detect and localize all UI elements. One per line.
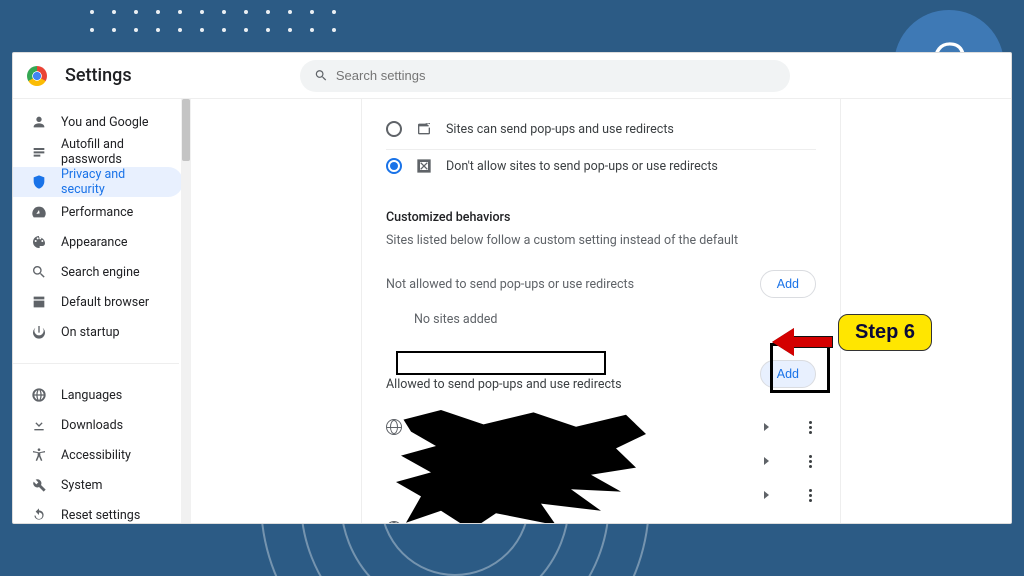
annotation-arrow — [772, 328, 833, 356]
accessibility-icon — [31, 447, 47, 463]
customized-subtitle: Sites listed below follow a custom setti… — [386, 233, 816, 248]
header-bar: Settings — [13, 53, 1011, 99]
radio-allow-popups[interactable]: Sites can send pop-ups and use redirects — [386, 113, 816, 145]
annotation-step-badge: Step 6 — [838, 314, 932, 351]
sidebar-item-default[interactable]: Default browser — [13, 287, 183, 317]
shield-icon — [31, 174, 47, 190]
sidebar-item-label: On startup — [61, 325, 119, 340]
content-area: Sites can send pop-ups and use redirects… — [191, 99, 1011, 523]
sidebar-item-label: Accessibility — [61, 448, 131, 463]
more-actions-icon[interactable] — [809, 455, 812, 468]
expand-icon[interactable] — [764, 491, 769, 499]
radio-label: Sites can send pop-ups and use redirects — [446, 122, 674, 137]
radio-block-popups[interactable]: Don't allow sites to send pop-ups or use… — [386, 150, 816, 182]
sidebar-scrollbar[interactable] — [181, 99, 191, 523]
search-icon — [314, 68, 328, 83]
sidebar-item-privacy[interactable]: Privacy and security — [13, 167, 183, 197]
search-icon — [31, 264, 47, 280]
not-allowed-heading: Not allowed to send pop-ups or use redir… — [386, 277, 634, 292]
search-input[interactable] — [336, 68, 776, 83]
annotation-box-heading — [396, 351, 606, 375]
sidebar-item-reset[interactable]: Reset settings — [13, 500, 183, 524]
add-not-allowed-button[interactable]: Add — [760, 270, 816, 298]
popup-block-icon — [416, 158, 432, 174]
allowed-heading: Allowed to send pop-ups and use redirect… — [386, 377, 622, 392]
sidebar-item-label: Search engine — [61, 265, 140, 280]
sidebar-item-label: Privacy and security — [61, 167, 165, 197]
sidebar-item-you[interactable]: You and Google — [13, 107, 183, 137]
sidebar-item-languages[interactable]: Languages — [13, 380, 183, 410]
more-actions-icon[interactable] — [809, 489, 812, 502]
expand-icon[interactable] — [764, 457, 769, 465]
speed-icon — [31, 204, 47, 220]
popups-redirects-panel: Sites can send pop-ups and use redirects… — [361, 99, 841, 523]
popup-allow-icon — [416, 121, 432, 137]
allowed-sites-list — [386, 410, 816, 524]
page-title: Settings — [65, 65, 132, 86]
sidebar-item-performance[interactable]: Performance — [13, 197, 183, 227]
radio-checked-icon — [386, 158, 402, 174]
more-actions-icon[interactable] — [809, 421, 812, 434]
autofill-icon — [31, 144, 47, 160]
sidebar-item-accessibility[interactable]: Accessibility — [13, 440, 183, 470]
radio-label: Don't allow sites to send pop-ups or use… — [446, 159, 718, 174]
wrench-icon — [31, 477, 47, 493]
sidebar-item-label: Autofill and passwords — [61, 137, 165, 167]
sidebar-item-appearance[interactable]: Appearance — [13, 227, 183, 257]
person-icon — [31, 114, 47, 130]
decorative-dots — [90, 10, 354, 46]
globe-icon — [31, 387, 47, 403]
sidebar-item-label: Default browser — [61, 295, 149, 310]
reset-icon — [31, 507, 47, 523]
sidebar-item-label: Appearance — [61, 235, 128, 250]
radio-unchecked-icon — [386, 121, 402, 137]
customized-title: Customized behaviors — [386, 210, 816, 225]
settings-window: Settings You and Google Autofill and pass… — [12, 52, 1012, 524]
no-sites-text: No sites added — [414, 312, 816, 327]
expand-icon[interactable] — [764, 423, 769, 431]
globe-icon — [386, 521, 402, 524]
sidebar-item-system[interactable]: System — [13, 470, 183, 500]
download-icon — [31, 417, 47, 433]
scrollbar-thumb[interactable] — [182, 99, 190, 161]
sidebar-item-label: Performance — [61, 205, 133, 220]
chrome-logo-icon — [27, 66, 47, 86]
sidebar-item-label: You and Google — [61, 115, 149, 130]
search-field[interactable] — [300, 60, 790, 92]
sidebar-item-label: System — [61, 478, 102, 493]
sidebar-item-startup[interactable]: On startup — [13, 317, 183, 347]
sidebar-item-downloads[interactable]: Downloads — [13, 410, 183, 440]
power-icon — [31, 324, 47, 340]
sidebar-item-search[interactable]: Search engine — [13, 257, 183, 287]
more-actions-icon[interactable] — [809, 523, 812, 525]
appearance-icon — [31, 234, 47, 250]
sidebar-separator — [13, 363, 179, 364]
sidebar-item-autofill[interactable]: Autofill and passwords — [13, 137, 183, 167]
sidebar-item-label: Downloads — [61, 418, 123, 433]
sidebar-item-label: Reset settings — [61, 508, 140, 523]
globe-icon — [386, 419, 402, 435]
sidebar-item-label: Languages — [61, 388, 122, 403]
browser-icon — [31, 294, 47, 310]
sidebar: You and Google Autofill and passwordsPriv… — [13, 99, 191, 523]
